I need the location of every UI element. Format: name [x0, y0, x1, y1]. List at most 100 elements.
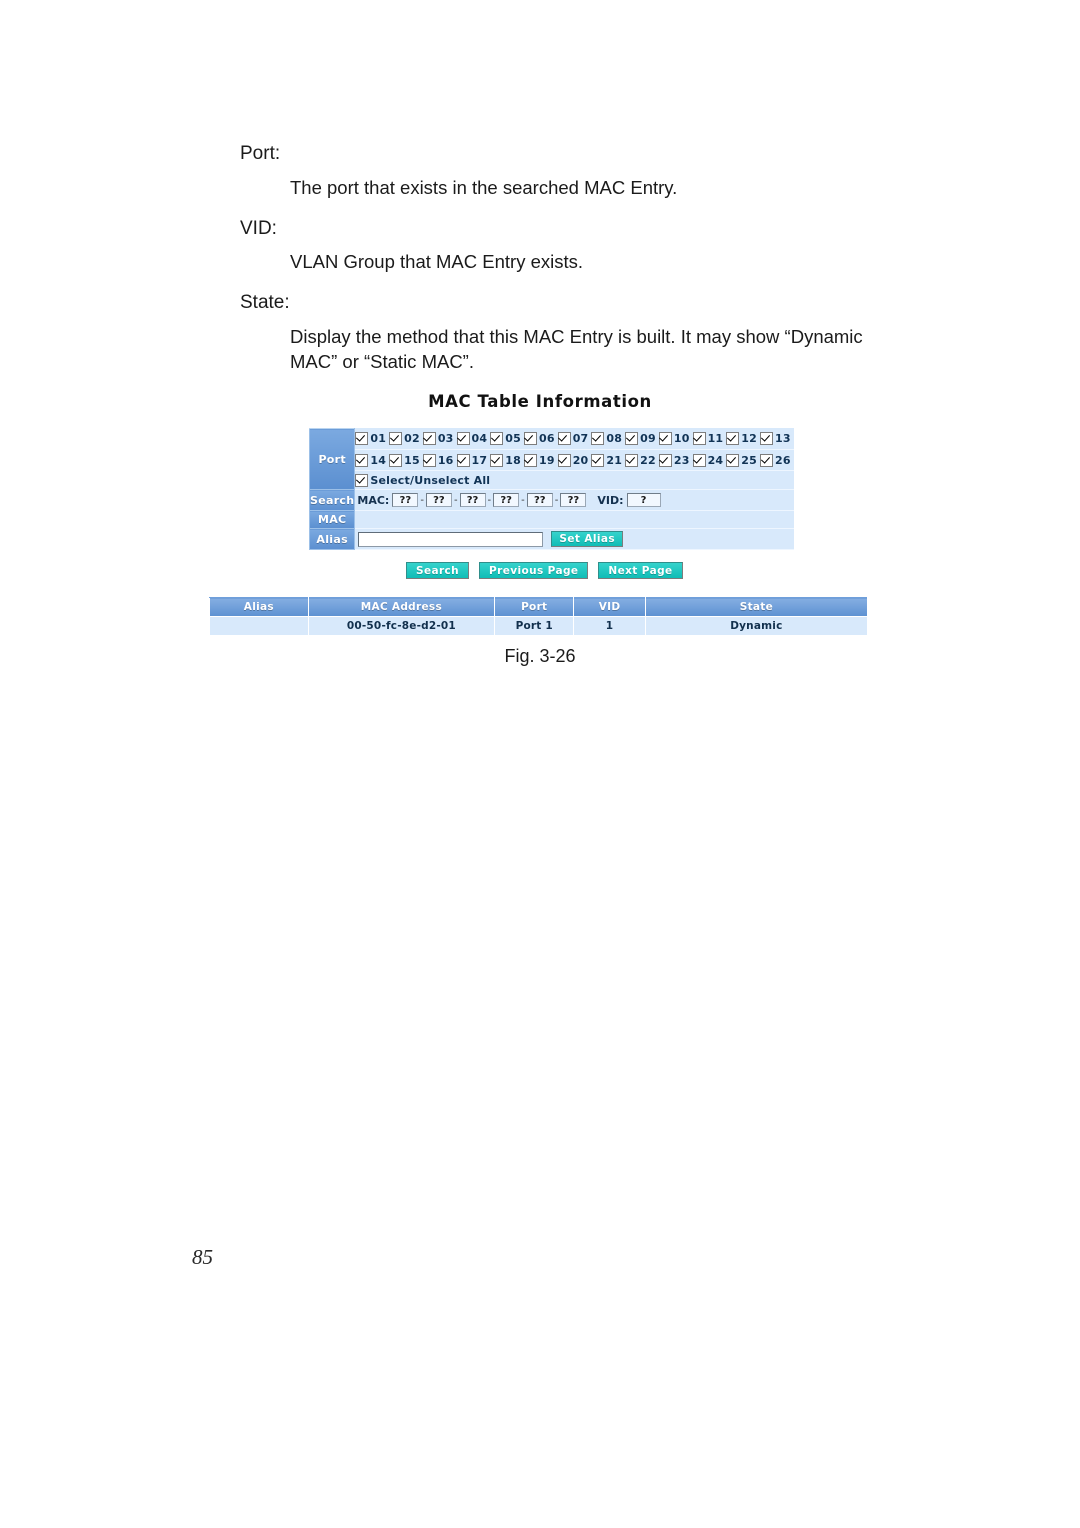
previous-page-button[interactable]: Previous Page — [479, 562, 589, 579]
port-checkbox-label: 26 — [775, 453, 791, 467]
port-checkbox-22[interactable]: 22 — [625, 453, 656, 467]
alias-input[interactable] — [358, 531, 544, 547]
port-checkbox-12[interactable]: 12 — [726, 432, 757, 446]
port-checkbox-label: 03 — [437, 432, 454, 446]
port-checkbox-21[interactable]: 21 — [591, 453, 622, 467]
port-checkbox-label: 23 — [673, 453, 690, 467]
port-checkbox-group-row2: 14 15 16 17 18 19 20 21 22 23 24 25 26 — [354, 449, 794, 471]
port-checkbox-label: 01 — [370, 432, 387, 446]
mac-octet-4-input[interactable]: ?? — [493, 493, 520, 507]
port-checkbox-18[interactable]: 18 — [490, 453, 521, 467]
port-checkbox-label: 25 — [741, 453, 758, 467]
checkbox-icon[interactable] — [490, 432, 504, 446]
mac-octet-2-input[interactable]: ?? — [425, 493, 452, 507]
select-all-label: Select/Unselect All — [370, 473, 491, 487]
port-checkbox-label: 24 — [707, 453, 724, 467]
checkbox-icon[interactable] — [658, 432, 672, 446]
checkbox-icon[interactable] — [389, 432, 403, 446]
checkbox-icon[interactable] — [760, 432, 774, 446]
port-checkbox-label: 17 — [471, 453, 488, 467]
table-header-row: Alias MAC Address Port VID State — [209, 597, 869, 617]
set-alias-button[interactable]: Set Alias — [551, 531, 624, 547]
port-checkbox-label: 13 — [775, 432, 791, 446]
checkbox-icon[interactable] — [760, 453, 774, 467]
checkbox-icon[interactable] — [490, 453, 504, 467]
port-checkbox-04[interactable]: 04 — [456, 432, 488, 446]
port-checkbox-label: 15 — [404, 453, 420, 467]
port-checkbox-label: 18 — [505, 453, 521, 467]
checkbox-icon[interactable] — [658, 453, 672, 467]
checkbox-icon[interactable] — [726, 453, 740, 467]
search-button[interactable]: Search — [406, 562, 470, 579]
mac-octet-6-input[interactable]: ?? — [560, 493, 587, 507]
port-checkbox-label: 10 — [673, 432, 690, 446]
port-checkbox-14[interactable]: 14 — [355, 453, 386, 467]
port-row-2: 14 15 16 17 18 19 20 21 22 23 24 25 26 — [310, 449, 794, 471]
checkbox-icon[interactable] — [557, 432, 571, 446]
column-header-alias: Alias — [209, 597, 309, 617]
checkbox-icon[interactable] — [557, 453, 571, 467]
port-checkbox-20[interactable]: 20 — [557, 453, 589, 467]
select-all-checkbox-icon[interactable] — [355, 473, 369, 487]
panel-title: MAC Table Information — [428, 392, 652, 411]
port-checkbox-23[interactable]: 23 — [658, 453, 690, 467]
port-checkbox-05[interactable]: 05 — [490, 432, 521, 446]
checkbox-icon[interactable] — [591, 432, 605, 446]
checkbox-icon[interactable] — [625, 453, 639, 467]
page-number: 85 — [192, 1245, 213, 1269]
mac-label-row: MAC — [308, 510, 794, 529]
port-checkbox-06[interactable]: 06 — [523, 432, 555, 446]
port-checkbox-07[interactable]: 07 — [557, 432, 589, 446]
vid-input[interactable]: ? — [626, 493, 661, 507]
port-checkbox-09[interactable]: 09 — [625, 432, 656, 446]
definition-port: The port that exists in the searched MAC… — [290, 176, 678, 198]
definition-state: Display the method that this MAC Entry i… — [290, 326, 863, 373]
port-checkbox-16[interactable]: 16 — [422, 453, 454, 467]
checkbox-icon[interactable] — [456, 453, 470, 467]
checkbox-icon[interactable] — [389, 453, 403, 467]
port-checkbox-15[interactable]: 15 — [389, 453, 420, 467]
port-checkbox-17[interactable]: 17 — [456, 453, 488, 467]
next-page-button[interactable]: Next Page — [598, 562, 683, 579]
port-checkbox-11[interactable]: 11 — [692, 432, 724, 446]
table-row[interactable]: 00-50-fc-8e-d2-01 Port 1 1 Dynamic — [209, 616, 869, 636]
port-checkbox-group-row1: 01 02 03 04 05 06 07 08 09 10 11 12 13 — [354, 428, 794, 450]
select-unselect-all-toggle[interactable]: Select/Unselect All — [355, 471, 793, 489]
port-checkbox-26[interactable]: 26 — [760, 453, 791, 467]
checkbox-icon[interactable] — [692, 453, 706, 467]
checkbox-icon[interactable] — [422, 453, 436, 467]
port-row-1: Port 01 02 03 04 05 06 07 08 09 10 11 12 13 — [308, 428, 794, 490]
checkbox-icon[interactable] — [456, 432, 470, 446]
port-checkbox-label: 08 — [606, 432, 623, 446]
port-checkbox-01[interactable]: 01 — [355, 432, 387, 446]
checkbox-icon[interactable] — [355, 453, 369, 467]
checkbox-icon[interactable] — [355, 432, 369, 446]
mac-separator-2: - — [453, 494, 458, 506]
checkbox-icon[interactable] — [523, 453, 537, 467]
mac-octet-5-input[interactable]: ?? — [526, 493, 553, 507]
checkbox-icon[interactable] — [591, 453, 605, 467]
port-checkbox-08[interactable]: 08 — [591, 432, 623, 446]
alias-section-label: Alias — [308, 528, 356, 550]
cell-mac-address: 00-50-fc-8e-d2-01 — [307, 616, 496, 636]
port-checkbox-19[interactable]: 19 — [523, 453, 555, 467]
port-checkbox-24[interactable]: 24 — [692, 453, 724, 467]
mac-field-label: MAC: — [357, 493, 390, 507]
cell-state: Dynamic — [644, 616, 869, 636]
checkbox-icon[interactable] — [523, 432, 537, 446]
mac-octet-3-input[interactable]: ?? — [459, 493, 486, 507]
port-checkbox-25[interactable]: 25 — [726, 453, 758, 467]
checkbox-icon[interactable] — [726, 432, 740, 446]
checkbox-icon[interactable] — [692, 432, 706, 446]
mac-octet-1-input[interactable]: ?? — [392, 493, 419, 507]
checkbox-icon[interactable] — [422, 432, 436, 446]
port-section-label: Port — [308, 428, 356, 490]
search-fields-cell: MAC: ?? - ?? - ?? - ?? - ?? - ?? VID: ? — [354, 489, 794, 511]
port-checkbox-label: 04 — [471, 432, 488, 446]
checkbox-icon[interactable] — [625, 432, 639, 446]
port-checkbox-10[interactable]: 10 — [658, 432, 690, 446]
column-header-state: State — [644, 597, 869, 617]
port-checkbox-13[interactable]: 13 — [760, 432, 791, 446]
port-checkbox-03[interactable]: 03 — [422, 432, 454, 446]
port-checkbox-02[interactable]: 02 — [389, 432, 420, 446]
